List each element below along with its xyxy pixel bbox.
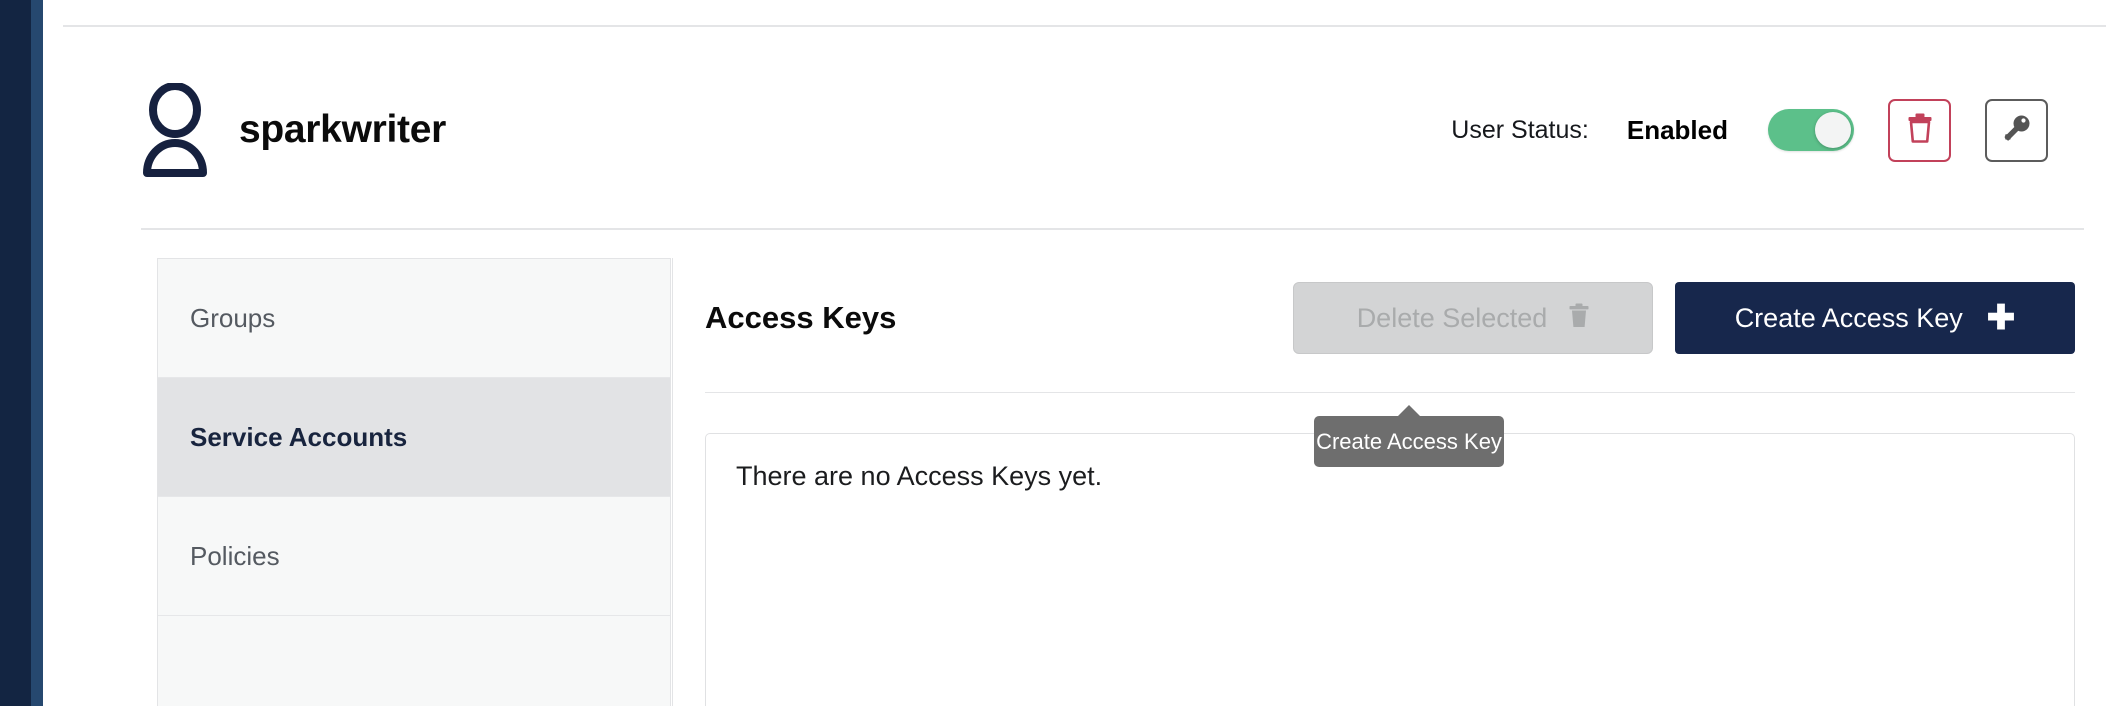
header-divider bbox=[141, 228, 2084, 230]
sidebar-item-groups[interactable]: Groups bbox=[158, 259, 670, 378]
create-access-key-button[interactable]: Create Access Key ✚ bbox=[1675, 282, 2075, 354]
tooltip-label: Create Access Key bbox=[1316, 428, 1502, 454]
person-icon bbox=[141, 82, 209, 177]
main-stage: sparkwriter User Status: Enabled Groups … bbox=[43, 0, 2106, 706]
sidebar-item-label: Policies bbox=[190, 540, 280, 571]
delete-user-button[interactable] bbox=[1888, 98, 1951, 162]
user-status-label: User Status: bbox=[1451, 115, 1589, 144]
trash-icon bbox=[1907, 113, 1933, 148]
sidebar-filler bbox=[158, 616, 670, 706]
sidebar-item-label: Service Accounts bbox=[190, 421, 408, 452]
nav-rail-accent bbox=[31, 0, 43, 706]
topbar-divider bbox=[63, 25, 2106, 27]
trash-icon bbox=[1569, 303, 1589, 333]
sidebar-item-policies[interactable]: Policies bbox=[158, 497, 670, 616]
delete-selected-label: Delete Selected bbox=[1356, 302, 1548, 333]
empty-state-message: There are no Access Keys yet. bbox=[736, 461, 1103, 491]
user-status-cluster: User Status: Enabled bbox=[1451, 98, 2106, 162]
sidebar-item-label: Groups bbox=[190, 302, 276, 333]
panel-actions: Delete Selected Create Access Key ✚ bbox=[1293, 282, 2075, 354]
user-header: sparkwriter User Status: Enabled bbox=[43, 60, 2106, 200]
panel-header: Access Keys Delete Selected Create Acces… bbox=[705, 258, 2075, 378]
sidebar-item-service-accounts[interactable]: Service Accounts bbox=[158, 378, 670, 497]
panel-divider bbox=[705, 392, 2075, 393]
tooltip-arrow bbox=[1398, 405, 1420, 416]
page-title: sparkwriter bbox=[239, 108, 446, 151]
section-tab-list: Groups Service Accounts Policies bbox=[157, 258, 671, 706]
create-access-key-tooltip: Create Access Key bbox=[1314, 405, 1504, 467]
user-status-value: Enabled bbox=[1626, 114, 1728, 145]
plus-icon: ✚ bbox=[1986, 299, 2016, 337]
delete-selected-button[interactable]: Delete Selected bbox=[1293, 282, 1653, 354]
access-keys-empty-state: There are no Access Keys yet. bbox=[705, 433, 2075, 706]
key-icon bbox=[2002, 113, 2032, 148]
access-keys-panel: Access Keys Delete Selected Create Acces… bbox=[672, 258, 2106, 706]
toggle-knob bbox=[1815, 112, 1851, 148]
create-access-key-label: Create Access Key bbox=[1734, 302, 1963, 333]
change-password-button[interactable] bbox=[1985, 98, 2048, 162]
nav-rail-dark bbox=[0, 0, 31, 706]
user-status-toggle[interactable] bbox=[1768, 109, 1854, 151]
panel-title: Access Keys bbox=[705, 300, 897, 335]
